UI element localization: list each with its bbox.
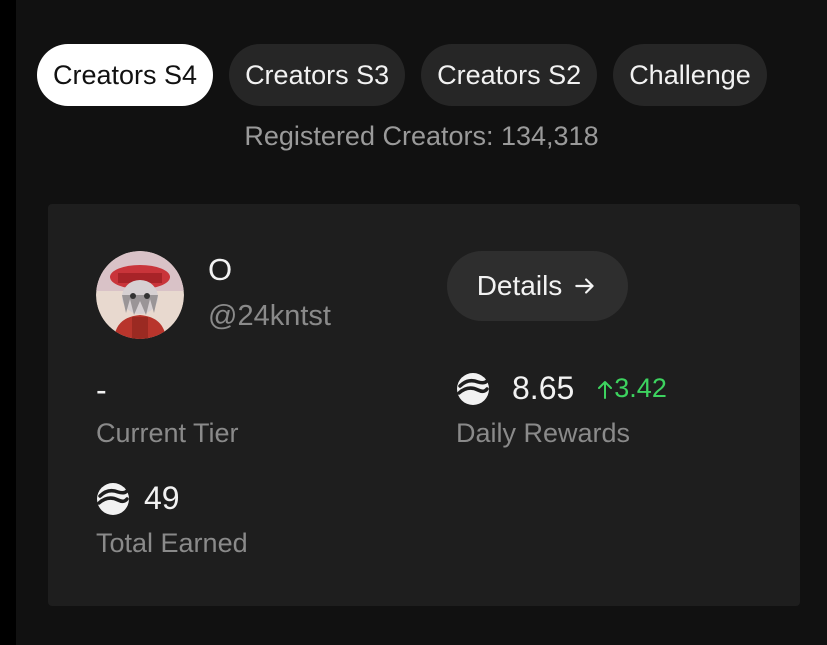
creator-name: O: [208, 252, 233, 287]
tab-creators-s4[interactable]: Creators S4: [37, 44, 214, 106]
daily-rewards-amount: 8.65: [512, 370, 575, 406]
daily-rewards-value: 8.65 3.42: [456, 370, 667, 407]
avatar-image: [96, 251, 184, 339]
creator-card: O @24kntst Details - Current Tier 8.65 3…: [48, 204, 800, 606]
creator-handle: @24kntst: [208, 300, 331, 332]
current-tier-value: -: [96, 372, 107, 409]
page: Creators S4 Creators S3 Creators S2 Chal…: [0, 0, 827, 645]
arrow-up-icon: [598, 380, 613, 399]
season-tabs: Creators S4 Creators S3 Creators S2 Chal…: [37, 44, 767, 106]
total-earned-value: 49: [96, 480, 180, 517]
daily-rewards-delta-value: 3.42: [614, 373, 667, 403]
daily-rewards-delta: 3.42: [596, 373, 667, 404]
total-earned-label: Total Earned: [96, 528, 248, 558]
token-icon: [97, 482, 129, 515]
tab-creators-s3[interactable]: Creators S3: [229, 44, 406, 106]
daily-rewards-label: Daily Rewards: [456, 418, 631, 448]
avatar[interactable]: [96, 251, 184, 339]
current-tier-value-text: -: [96, 372, 107, 408]
tab-creators-s2[interactable]: Creators S2: [421, 44, 598, 106]
current-tier-label: Current Tier: [96, 418, 239, 448]
arrow-right-icon: [575, 278, 594, 294]
token-icon: [457, 372, 489, 405]
total-earned-amount: 49: [144, 480, 180, 516]
details-button-label: Details: [476, 270, 563, 301]
registered-creators-count: Registered Creators: 134,318: [244, 121, 599, 151]
details-button[interactable]: Details: [447, 251, 628, 321]
tab-challenge[interactable]: Challenge: [613, 44, 767, 106]
